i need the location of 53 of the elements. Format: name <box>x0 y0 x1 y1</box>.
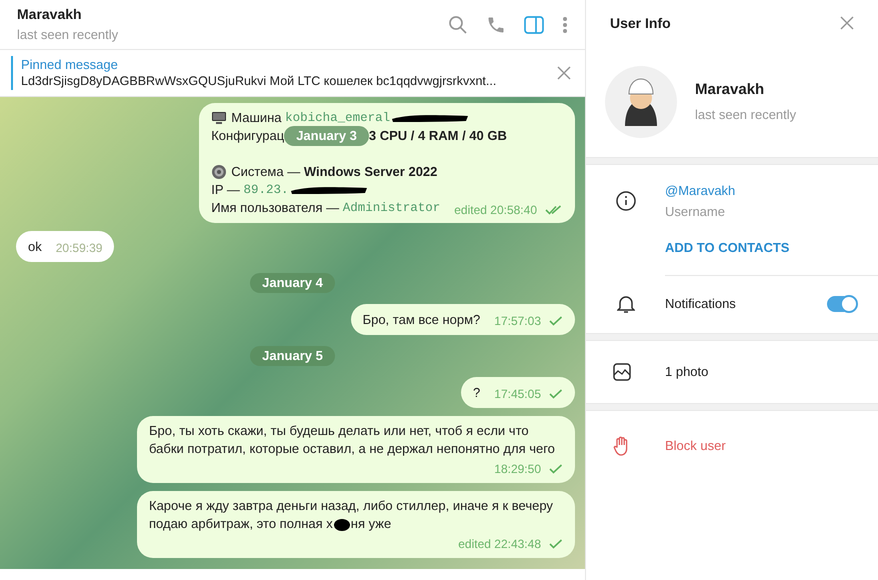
profile-name: Maravakh <box>695 80 766 100</box>
message-text: Бро, ты хоть скажи, ты будешь делать или нет, чтоб я если что бабки потратил, которые оставил, а не держал непонятно для чего <box>149 422 556 458</box>
message-time: 20:59:39 <box>56 240 102 256</box>
date-pill: January 5 <box>250 346 335 366</box>
message-text: ? <box>473 384 480 402</box>
panel-title: User Info <box>610 14 671 32</box>
message-text: Кароче я жду завтра деньги назад, либо стиллер, иначе я к вечеру подаю арбитраж, это полная х ня уже <box>149 497 554 533</box>
username-link[interactable]: @Maravakh <box>665 182 736 199</box>
message-time: 17:45:05 <box>494 386 541 402</box>
message-text: Система — <box>231 163 302 181</box>
phone-icon[interactable] <box>486 14 506 34</box>
message-text: ok <box>28 238 42 256</box>
close-icon[interactable] <box>557 66 571 80</box>
add-to-contacts-button[interactable]: ADD TO CONTACTS <box>665 238 790 258</box>
code-text: 89.23. <box>244 182 289 199</box>
code-text: kobicha_emeral <box>285 110 390 127</box>
pinned-text: Ld3drSjisgD8yDAGBBRwWsxGQUSjuRukvi Мой LTC кошелек bc1qqdvwgjrsrkvxnt... <box>21 73 496 90</box>
contact-status: last seen recently <box>17 26 118 44</box>
redaction-mark <box>332 518 351 532</box>
profile-status: last seen recently <box>695 106 796 124</box>
search-icon[interactable] <box>448 14 468 34</box>
message-text: Имя пользователя — <box>211 199 340 217</box>
date-pill: January 4 <box>250 273 335 293</box>
image-icon <box>613 362 631 380</box>
message-text: Конфигурац <box>211 127 284 145</box>
notifications-label: Notifications <box>665 295 736 314</box>
pinned-label: Pinned message <box>21 56 119 73</box>
close-icon[interactable] <box>840 16 854 30</box>
sidebar-toggle-icon[interactable] <box>524 16 544 34</box>
notifications-toggle[interactable] <box>827 296 857 312</box>
contact-name: Maravakh <box>17 5 83 24</box>
avatar <box>605 66 677 138</box>
date-pill: January 3 <box>284 126 369 146</box>
block-user-row[interactable]: Block user <box>586 410 878 480</box>
block-user-label: Block user <box>664 436 726 455</box>
username-label: Username <box>665 203 725 220</box>
message-time: edited 20:58:40 <box>454 202 537 218</box>
message-text: Бро, там все норм? <box>362 311 480 329</box>
message-text: 3 CPU / 4 RAM / 40 GB <box>368 127 507 145</box>
message-time: 18:29:50 <box>494 461 541 477</box>
message-time: 17:57:03 <box>494 313 541 329</box>
photos-row[interactable]: 1 photo <box>586 340 878 402</box>
monitor-icon <box>211 111 228 125</box>
bell-icon <box>616 294 634 314</box>
message-text: IP — <box>211 181 241 199</box>
more-icon[interactable] <box>562 16 568 34</box>
info-icon <box>616 191 636 211</box>
message-text: Машина <box>231 109 283 127</box>
gear-icon <box>211 164 228 180</box>
message-text: Windows Server 2022 <box>304 163 438 181</box>
photos-label: 1 photo <box>664 362 708 381</box>
code-text: Administrator <box>342 200 440 217</box>
message-time: edited 22:43:48 <box>458 536 541 552</box>
